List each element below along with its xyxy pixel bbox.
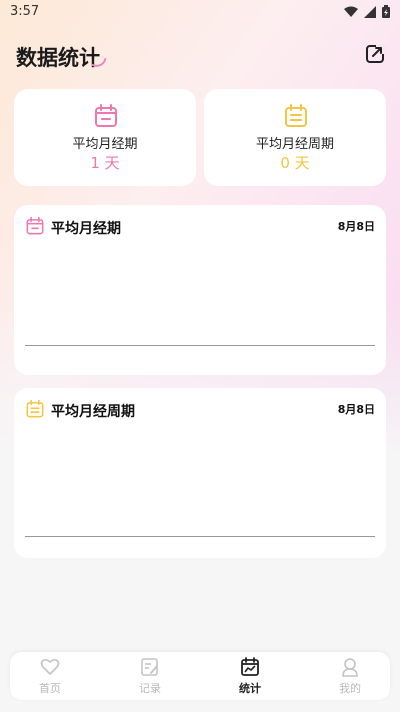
wifi-icon: [344, 6, 358, 17]
edit-note-icon: [141, 658, 158, 676]
chart-title: 平均月经期: [51, 221, 121, 237]
tab-profile[interactable]: 我的: [310, 652, 390, 700]
tab-label: 首页: [39, 682, 61, 695]
status-icons: [344, 5, 390, 18]
share-icon: [366, 44, 386, 63]
tab-home[interactable]: 首页: [10, 652, 90, 700]
avg-period-value: 1 天: [90, 154, 120, 172]
chart-date: 8月8日: [337, 220, 375, 233]
tab-records[interactable]: 记录: [110, 652, 190, 700]
chart-x-axis: [25, 536, 375, 537]
avg-cycle-label: 平均月经周期: [255, 137, 334, 152]
bottom-tab-bar: 首页 记录 统计 我的: [10, 652, 390, 700]
chart-date: 8月8日: [337, 403, 375, 416]
page-header: 数据统计: [0, 36, 400, 76]
tab-label: 记录: [139, 682, 161, 695]
calendar-icon: [26, 216, 44, 235]
avg-period-card: 平均月经期 1 天: [14, 89, 196, 186]
status-time: 3:57: [10, 4, 40, 19]
calendar-list-icon: [285, 104, 307, 127]
calendar-icon: [95, 104, 117, 127]
avg-period-chart-card: 平均月经期 8月8日: [14, 205, 386, 375]
share-button[interactable]: [364, 42, 388, 66]
chart-x-axis: [25, 345, 375, 346]
avg-cycle-value: 0 天: [280, 154, 310, 172]
avg-cycle-chart-card: 平均月经周期 8月8日: [14, 388, 386, 558]
status-bar: 3:57: [0, 0, 400, 24]
tab-label: 统计: [239, 682, 261, 695]
chart-calendar-icon: [241, 657, 259, 676]
battery-icon: [382, 5, 390, 18]
page-title: 数据统计: [16, 46, 100, 70]
chart-title: 平均月经周期: [51, 404, 135, 420]
avg-cycle-card: 平均月经周期 0 天: [204, 89, 386, 186]
signal-icon: [364, 5, 376, 18]
heart-icon: [40, 658, 60, 675]
user-icon: [342, 658, 358, 677]
calendar-list-icon: [26, 399, 44, 418]
avg-period-label: 平均月经期: [72, 137, 138, 152]
tab-label: 我的: [339, 682, 361, 695]
tab-statistics[interactable]: 统计: [210, 652, 290, 700]
